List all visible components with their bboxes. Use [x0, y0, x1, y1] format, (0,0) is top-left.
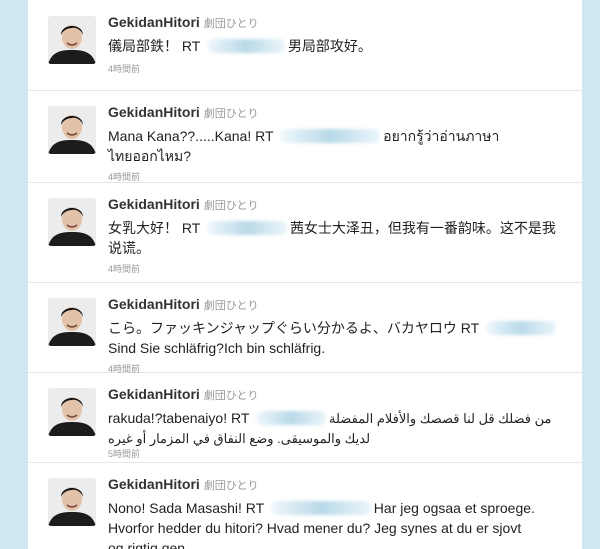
tweet-text-segment: 男局部攻好。 [287, 38, 372, 54]
tweet-item: GekidanHitori 劇団ひとり こら。ファッキンジャップぐらい分かるよ、バ… [28, 282, 582, 374]
timeline-panel: GekidanHitori 劇団ひとり 儀局部鉄！ RT 男局部攻好。 4時間前 … [28, 0, 582, 549]
username-link[interactable]: GekidanHitori [108, 14, 200, 30]
tweet-text-segment: rakuda!?tabenaiyo! RT [108, 410, 254, 426]
tweet-text-segment: Nono! Sada Masashi! RT [108, 500, 268, 516]
tweet-text-segment: こら。ファッキンジャップぐらい分かるよ、バカヤロウ RT [108, 320, 483, 336]
tweet-header: GekidanHitori 劇団ひとり [108, 386, 258, 404]
tweet-text-segment: 说谎。 [108, 240, 150, 256]
tweet-text-segment: อยากรู้ว่าอ่านภาษา [383, 128, 500, 144]
tweet-header: GekidanHitori 劇団ひとり [108, 296, 258, 314]
blurred-mention [206, 221, 287, 235]
tweet-text-segment: Sind Sie schläfrig?Ich bin schläfrig. [108, 340, 326, 356]
avatar[interactable] [48, 198, 96, 246]
tweet-item: GekidanHitori 劇団ひとり 儀局部鉄！ RT 男局部攻好。 4時間前 [28, 0, 582, 91]
tweet-text: 儀局部鉄！ RT 男局部攻好。 [108, 36, 568, 56]
blurred-mention [270, 501, 371, 515]
tweet-text-segment: من فضلك قل لنا قصصك والأفلام المفضلة [329, 411, 552, 426]
tweet-header: GekidanHitori 劇団ひとり [108, 104, 258, 122]
avatar[interactable] [48, 16, 96, 64]
tweet-item: GekidanHitori 劇団ひとり Mana Kana??.....Kana!… [28, 90, 582, 183]
timestamp-link[interactable]: 5時間前 [108, 447, 140, 460]
display-name: 劇団ひとり [203, 108, 259, 120]
tweet-header: GekidanHitori 劇団ひとり [108, 476, 258, 494]
tweet-text-segment: og rigtig gen [108, 540, 186, 549]
display-name: 劇団ひとり [203, 480, 259, 492]
display-name: 劇団ひとり [203, 300, 259, 312]
blurred-mention [206, 39, 285, 53]
timestamp-link[interactable]: 4時間前 [108, 62, 140, 75]
username-link[interactable]: GekidanHitori [108, 104, 200, 120]
tweet-text-segment: لديك والموسيقى. وضع النفاق في المزمار أو… [108, 431, 371, 446]
tweet-text-segment: ไทยออกไหม? [108, 148, 192, 164]
avatar[interactable] [48, 388, 96, 436]
username-link[interactable]: GekidanHitori [108, 296, 200, 312]
tweet-text-segment: Har jeg ogsaa et sproege. [373, 500, 535, 516]
username-link[interactable]: GekidanHitori [108, 476, 200, 492]
avatar[interactable] [48, 298, 96, 346]
tweet-header: GekidanHitori 劇団ひとり [108, 14, 258, 32]
tweet-header: GekidanHitori 劇団ひとり [108, 196, 258, 214]
avatar[interactable] [48, 478, 96, 526]
tweet-item: GekidanHitori 劇団ひとり Nono! Sada Masashi! R… [28, 462, 582, 549]
blurred-mention [485, 321, 556, 335]
avatar[interactable] [48, 106, 96, 154]
tweet-text: Mana Kana??.....Kana! RT อยากรู้ว่าอ่านภ… [108, 126, 568, 166]
tweet-text: Nono! Sada Masashi! RT Har jeg ogsaa et … [108, 498, 568, 549]
tweet-text: 女乳大好！ RT 茜女士大泽丑，但我有一番韵味。这不是我 说谎。 [108, 218, 568, 258]
tweet-item: GekidanHitori 劇団ひとり rakuda!?tabenaiyo! RT… [28, 372, 582, 463]
tweet-text: こら。ファッキンジャップぐらい分かるよ、バカヤロウ RT Sind Sie sc… [108, 318, 568, 358]
tweet-text-segment: Hvorfor hedder du hitori? Hvad mener du?… [108, 520, 522, 536]
display-name: 劇団ひとり [203, 18, 259, 30]
tweet-item: GekidanHitori 劇団ひとり 女乳大好！ RT 茜女士大泽丑，但我有一番… [28, 182, 582, 283]
username-link[interactable]: GekidanHitori [108, 196, 200, 212]
tweet-text-segment: 女乳大好！ RT [108, 220, 204, 236]
display-name: 劇団ひとり [203, 200, 259, 212]
tweet-text-segment: 茜女士大泽丑，但我有一番韵味。这不是我 [289, 220, 556, 236]
blurred-mention [256, 411, 327, 425]
username-link[interactable]: GekidanHitori [108, 386, 200, 402]
tweet-text-segment: Mana Kana??.....Kana! RT [108, 128, 278, 144]
display-name: 劇団ひとり [203, 390, 259, 402]
tweet-text: rakuda!?tabenaiyo! RT من فضلك قل لنا قصص… [108, 408, 568, 449]
tweet-text-segment: 儀局部鉄！ RT [108, 38, 204, 54]
timestamp-link[interactable]: 4時間前 [108, 262, 140, 275]
blurred-mention [280, 129, 381, 143]
